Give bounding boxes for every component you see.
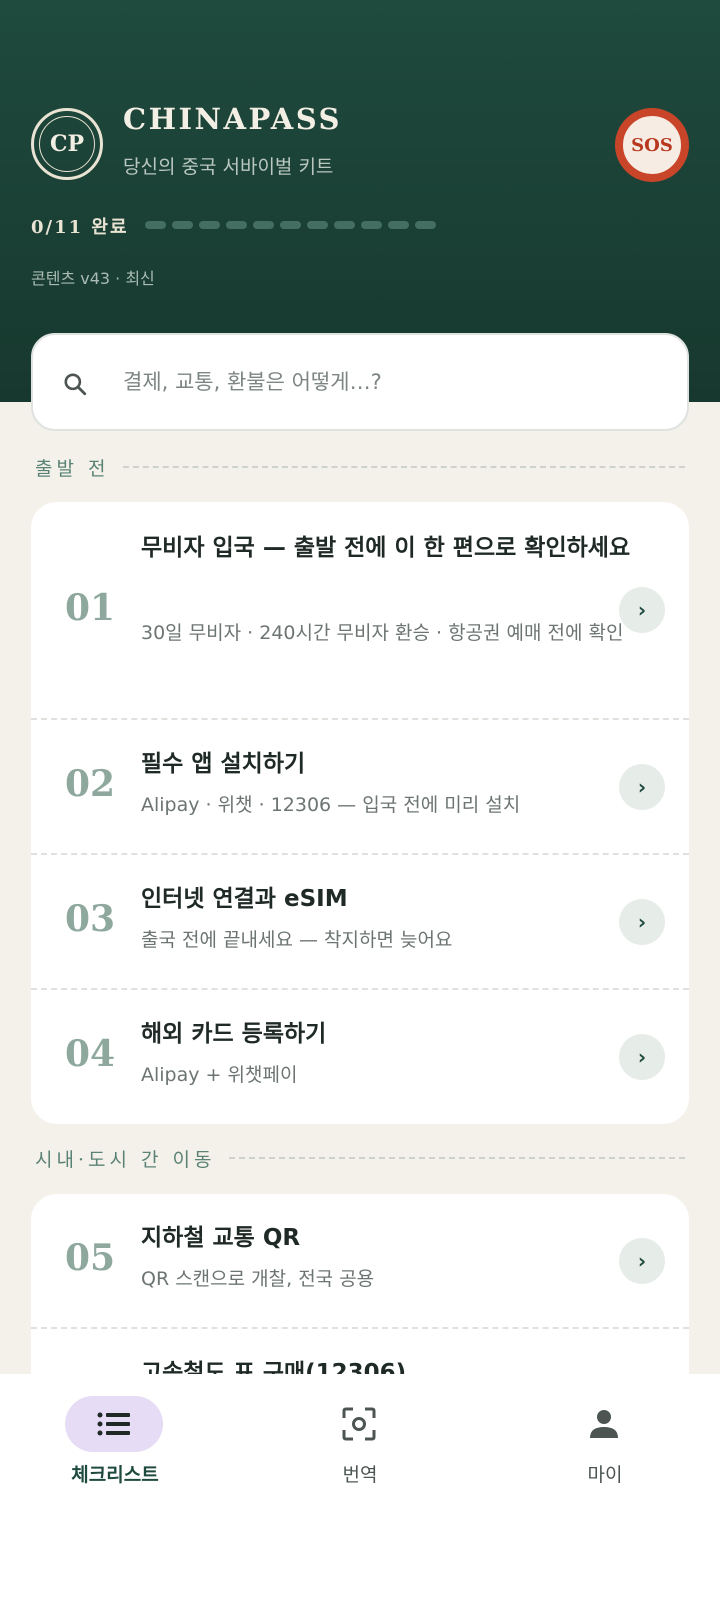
progress-segment: [253, 221, 274, 229]
chevron-right-icon[interactable]: ›: [619, 1238, 665, 1284]
progress-segment: [307, 221, 328, 229]
search-icon: [64, 373, 87, 396]
progress-segment: [388, 221, 409, 229]
nav-label: 체크리스트: [71, 1464, 159, 1486]
item-title: 인터넷 연결과 eSIM: [141, 886, 348, 912]
chevron-right-icon[interactable]: ›: [619, 899, 665, 945]
app-title: CHINAPASS: [123, 102, 343, 136]
item-title: 해외 카드 등록하기: [141, 1021, 327, 1047]
chevron-right-icon[interactable]: ›: [619, 764, 665, 810]
section-label: 시내·도시 간 이동: [35, 1148, 216, 1171]
item-subtitle: Alipay + 위챗페이: [141, 1064, 298, 1086]
nav-item-checklist[interactable]: 체크리스트: [15, 1396, 215, 1496]
checklist-item-02[interactable]: 02 필수 앱 설치하기 Alipay · 위챗 · 12306 — 입국 전에…: [31, 720, 689, 855]
checklist-item-03[interactable]: 03 인터넷 연결과 eSIM 출국 전에 끝내세요 — 착지하면 늦어요 ›: [31, 855, 689, 990]
list-icon: [97, 1412, 130, 1436]
item-subtitle: Alipay · 위챗 · 12306 — 입국 전에 미리 설치: [141, 794, 521, 816]
section-label: 출발 전: [35, 457, 110, 480]
progress-bar: [145, 221, 436, 229]
nav-label: 마이: [587, 1464, 623, 1486]
sos-button[interactable]: SOS: [615, 108, 689, 182]
person-icon: [590, 1410, 618, 1438]
progress-segment: [415, 221, 436, 229]
item-title: 지하철 교통 QR: [141, 1225, 301, 1251]
item-number: 04: [65, 1033, 116, 1075]
section-header-transport: 시내·도시 간 이동: [35, 1143, 685, 1173]
chevron-right-icon[interactable]: ›: [619, 1034, 665, 1080]
item-subtitle: 30일 무비자 · 240시간 무비자 환승 · 항공권 예매 전에 확인: [141, 622, 624, 644]
checklist-item-04[interactable]: 04 해외 카드 등록하기 Alipay + 위챗페이 ›: [31, 990, 689, 1124]
checklist-card-before-departure: 01 무비자 입국 — 출발 전에 이 한 편으로 확인하세요 30일 무비자 …: [31, 502, 689, 1124]
item-subtitle: 출국 전에 끝내세요 — 착지하면 늦어요: [141, 929, 453, 951]
progress-segment: [199, 221, 220, 229]
progress-segment: [334, 221, 355, 229]
logo-text: CP: [39, 116, 95, 172]
item-subtitle: QR 스캔으로 개찰, 전국 공용: [141, 1268, 375, 1290]
item-title: 무비자 입국 — 출발 전에 이 한 편으로 확인하세요: [141, 535, 631, 561]
progress-text: 0/11 완료: [31, 217, 129, 238]
nav-pill: [310, 1396, 408, 1452]
nav-pill-active: [65, 1396, 163, 1452]
nav-item-my[interactable]: 마이: [505, 1396, 705, 1496]
progress-segment: [172, 221, 193, 229]
bottom-navigation: 체크리스트 번역 마이: [0, 1374, 720, 1600]
nav-pill: [555, 1396, 653, 1452]
chevron-right-icon[interactable]: ›: [619, 587, 665, 633]
checklist-item-05[interactable]: 05 지하철 교통 QR QR 스캔으로 개찰, 전국 공용 ›: [31, 1194, 689, 1329]
nav-item-translate[interactable]: 번역: [260, 1396, 460, 1496]
progress-segment: [280, 221, 301, 229]
progress-segment: [361, 221, 382, 229]
section-divider: [229, 1157, 685, 1159]
search-box[interactable]: [31, 333, 689, 431]
search-input[interactable]: [123, 335, 663, 429]
nav-label: 번역: [342, 1464, 378, 1486]
checklist-item-01[interactable]: 01 무비자 입국 — 출발 전에 이 한 편으로 확인하세요 30일 무비자 …: [31, 502, 689, 720]
content-version: 콘텐츠 v43 · 최신: [31, 269, 155, 288]
item-number: 02: [65, 763, 116, 805]
item-number: 01: [65, 587, 116, 629]
progress-segment: [226, 221, 247, 229]
section-header-before-departure: 출발 전: [35, 452, 685, 482]
app-subtitle: 당신의 중국 서바이벌 키트: [123, 156, 334, 178]
section-divider: [123, 466, 685, 468]
progress-segment: [145, 221, 166, 229]
camera-scan-icon: [342, 1407, 376, 1441]
app-logo: CP: [31, 108, 103, 180]
item-number: 03: [65, 898, 116, 940]
sos-label: SOS: [621, 114, 683, 176]
item-number: 05: [65, 1237, 116, 1279]
item-title: 필수 앱 설치하기: [141, 751, 306, 777]
